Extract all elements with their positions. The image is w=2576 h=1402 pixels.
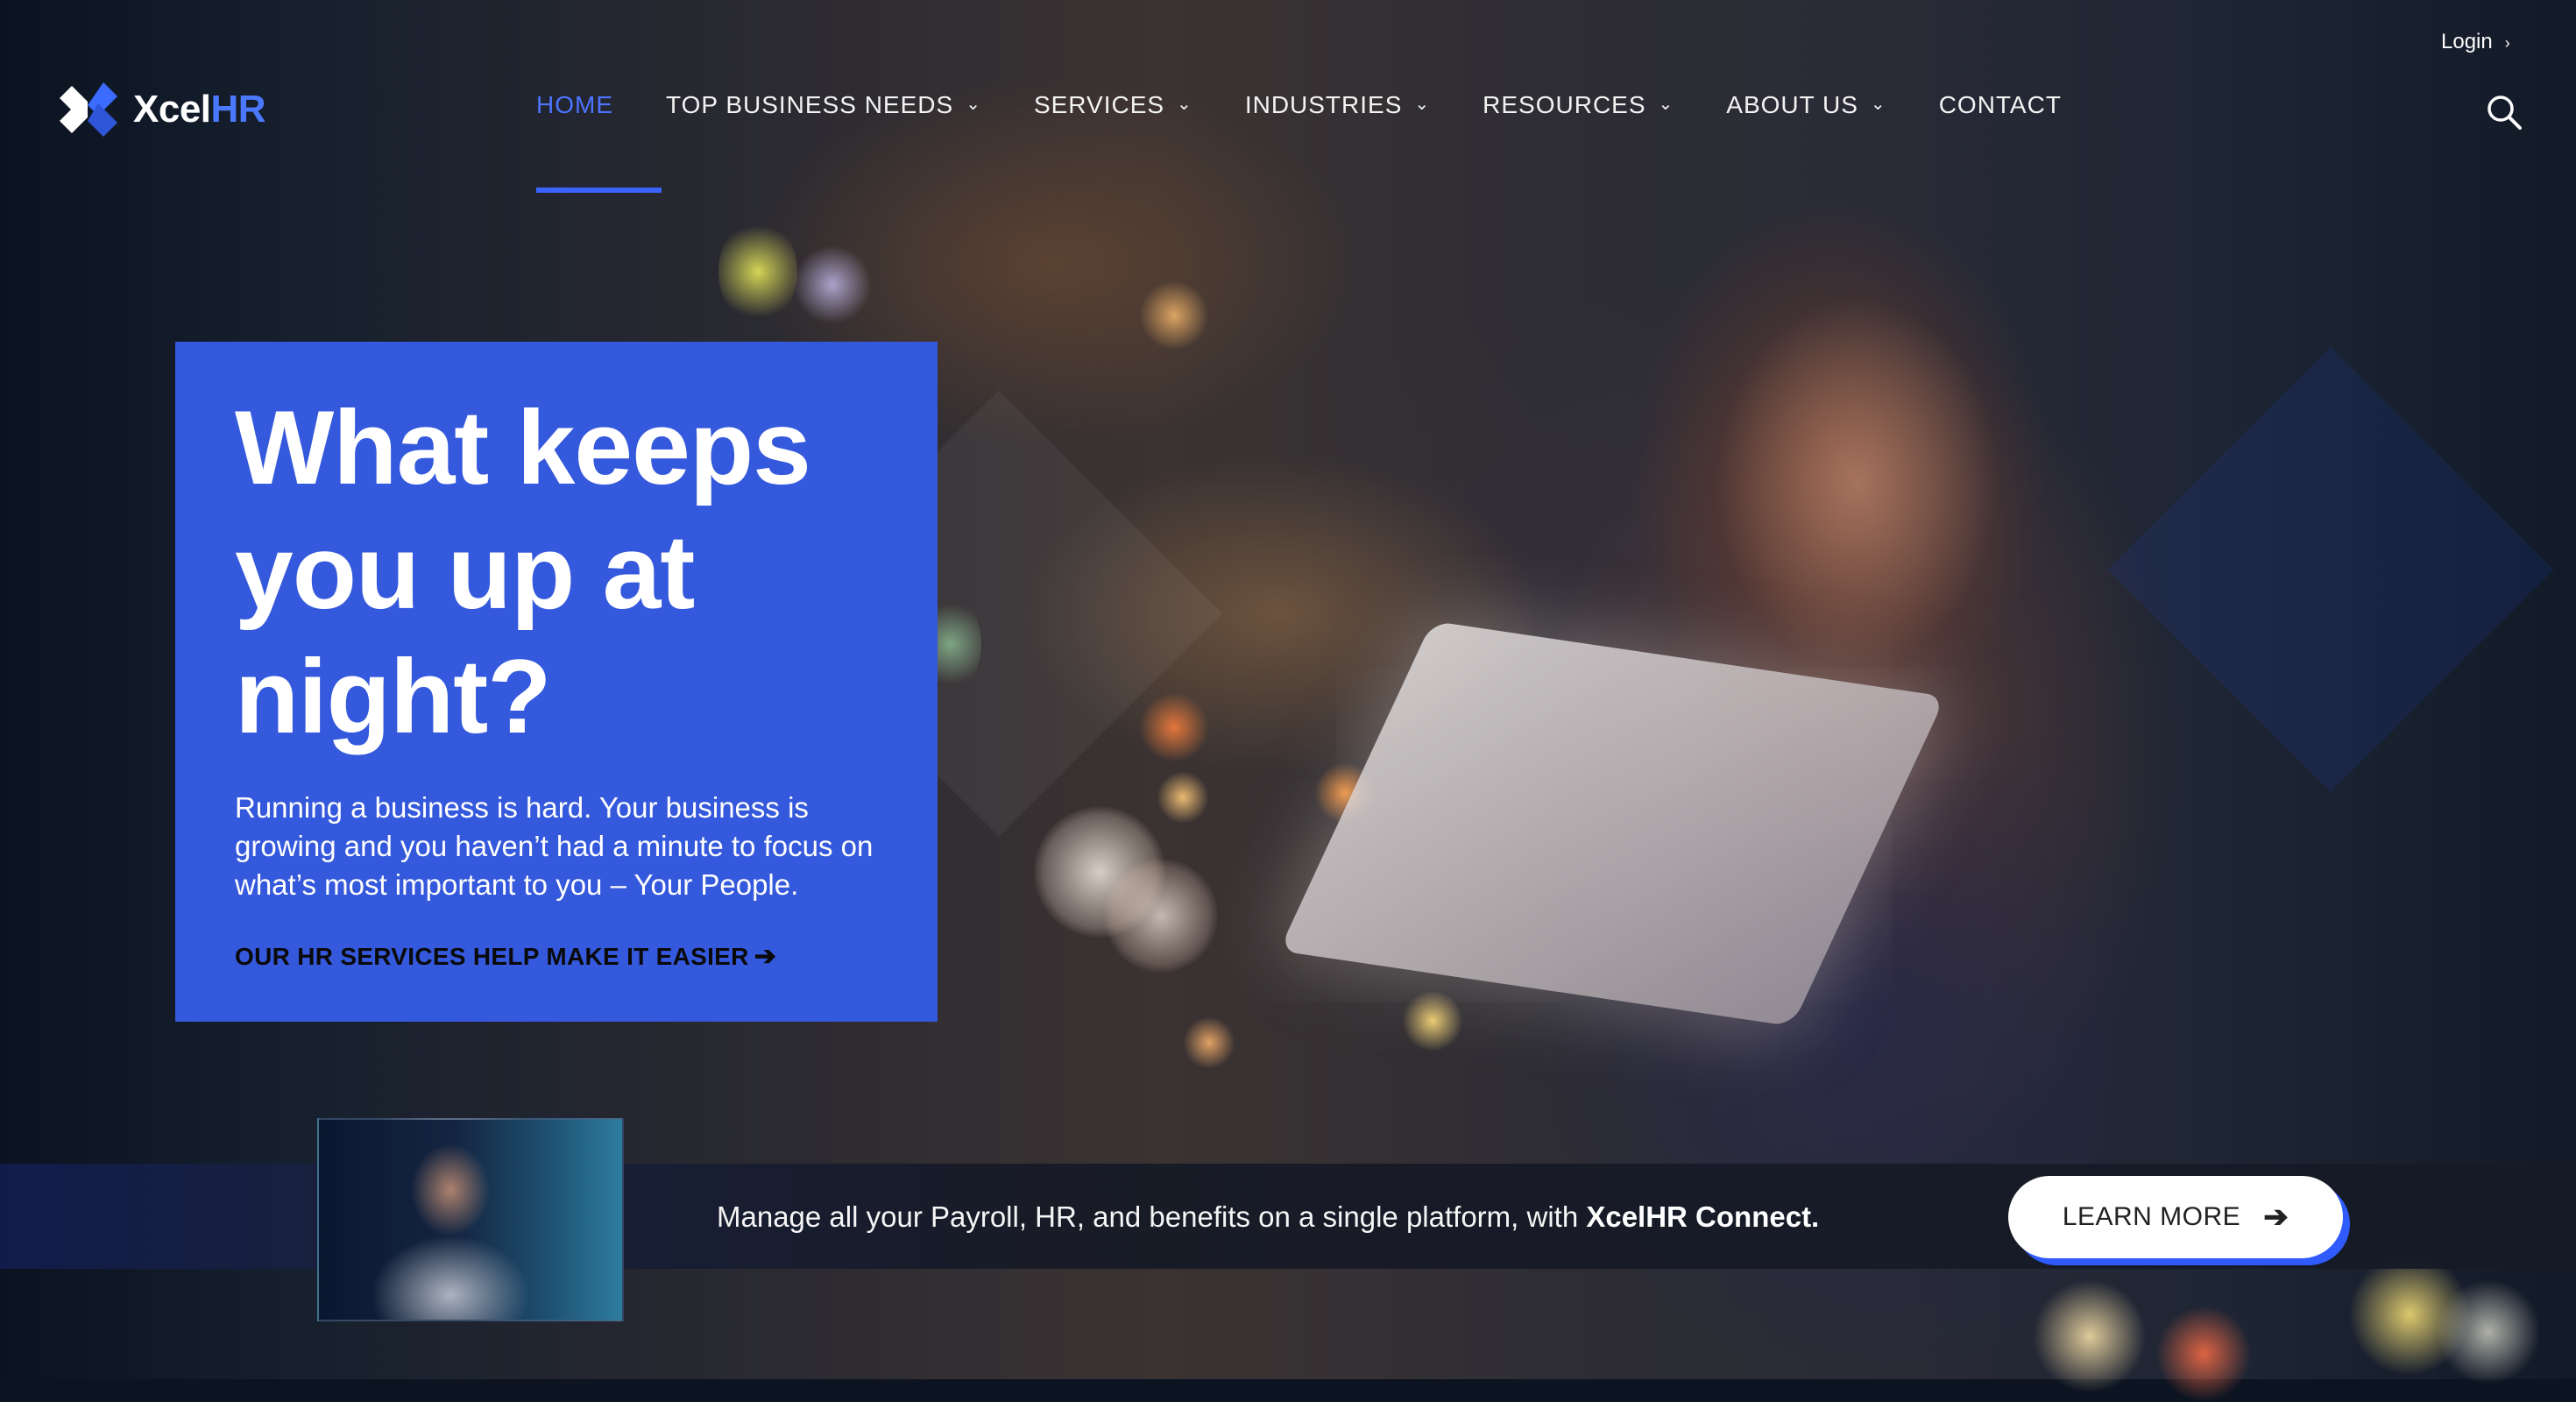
- learn-more-button[interactable]: LEARN MORE ➔: [2008, 1176, 2343, 1258]
- chevron-down-icon: ⌄: [1870, 94, 1886, 114]
- nav-active-indicator: [536, 188, 662, 193]
- arrow-right-icon: ➔: [754, 942, 777, 971]
- search-icon[interactable]: [2485, 93, 2523, 131]
- hr-services-link[interactable]: OUR HR SERVICES HELP MAKE IT EASIER ➔: [235, 941, 776, 972]
- nav-item-home[interactable]: HOME: [536, 91, 613, 119]
- nav-item-resources[interactable]: RESOURCES ⌄: [1483, 91, 1674, 119]
- chevron-down-icon: ⌄: [1414, 94, 1431, 114]
- chevron-down-icon: ⌄: [1658, 94, 1674, 114]
- nav-item-about-us[interactable]: ABOUT US ⌄: [1726, 91, 1886, 119]
- nav-item-industries[interactable]: INDUSTRIES ⌄: [1245, 91, 1430, 119]
- arrow-right-icon: ➔: [2263, 1200, 2289, 1234]
- hero-title: What keeps you up at night?: [235, 389, 811, 755]
- nav-item-services[interactable]: SERVICES ⌄: [1034, 91, 1192, 119]
- banner-product-name: XcelHR Connect.: [1586, 1200, 1820, 1233]
- logo-wordmark: XcelHR: [133, 88, 266, 131]
- hero-card: What keeps you up at night? Running a bu…: [175, 342, 938, 1022]
- logo-x-icon: [60, 82, 117, 137]
- banner-message: Manage all your Payroll, HR, and benefit…: [717, 1200, 1820, 1233]
- nav-item-top-business-needs[interactable]: TOP BUSINESS NEEDS ⌄: [666, 91, 981, 119]
- chevron-right-icon: ›: [2504, 34, 2510, 52]
- site-logo[interactable]: XcelHR: [56, 77, 266, 142]
- main-navigation: HOME TOP BUSINESS NEEDS ⌄ SERVICES ⌄ INDUS…: [536, 91, 2114, 119]
- hero-description: Running a business is hard. Your busines…: [235, 791, 874, 901]
- login-link[interactable]: Login ›: [2441, 30, 2510, 54]
- nav-item-contact[interactable]: CONTACT: [1939, 91, 2062, 119]
- chevron-down-icon: ⌄: [966, 94, 981, 114]
- banner-thumbnail-image: [317, 1118, 624, 1321]
- chevron-down-icon: ⌄: [1177, 94, 1192, 114]
